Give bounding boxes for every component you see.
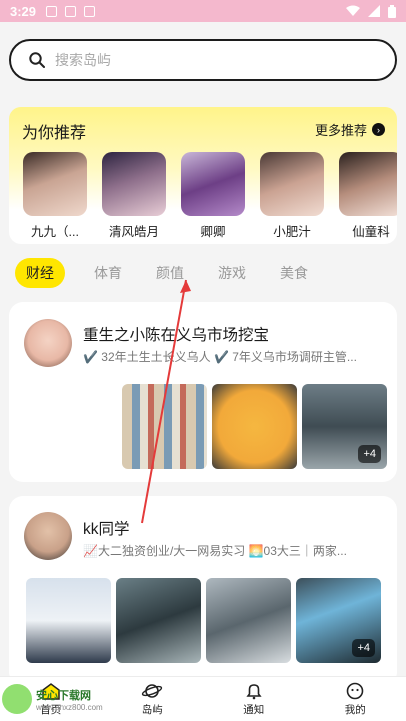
tab-islands-label: 岛屿 xyxy=(141,703,163,716)
tab-notifications[interactable]: 通知 xyxy=(203,677,305,721)
watermark: 安心下载网 www.anxz800.com xyxy=(2,684,103,714)
tab-profile[interactable]: 我的 xyxy=(305,677,406,721)
watermark-url: www.anxz800.com xyxy=(36,702,103,712)
watermark-logo-icon xyxy=(2,684,32,714)
annotation-arrow xyxy=(141,279,191,524)
smiley-icon xyxy=(346,682,364,699)
bell-icon xyxy=(246,683,262,699)
tab-profile-label: 我的 xyxy=(344,703,366,716)
planet-icon xyxy=(142,683,163,698)
tab-notifications-label: 通知 xyxy=(243,703,265,716)
watermark-text: 安心下载网 xyxy=(36,689,91,702)
tab-islands[interactable]: 岛屿 xyxy=(102,677,204,721)
